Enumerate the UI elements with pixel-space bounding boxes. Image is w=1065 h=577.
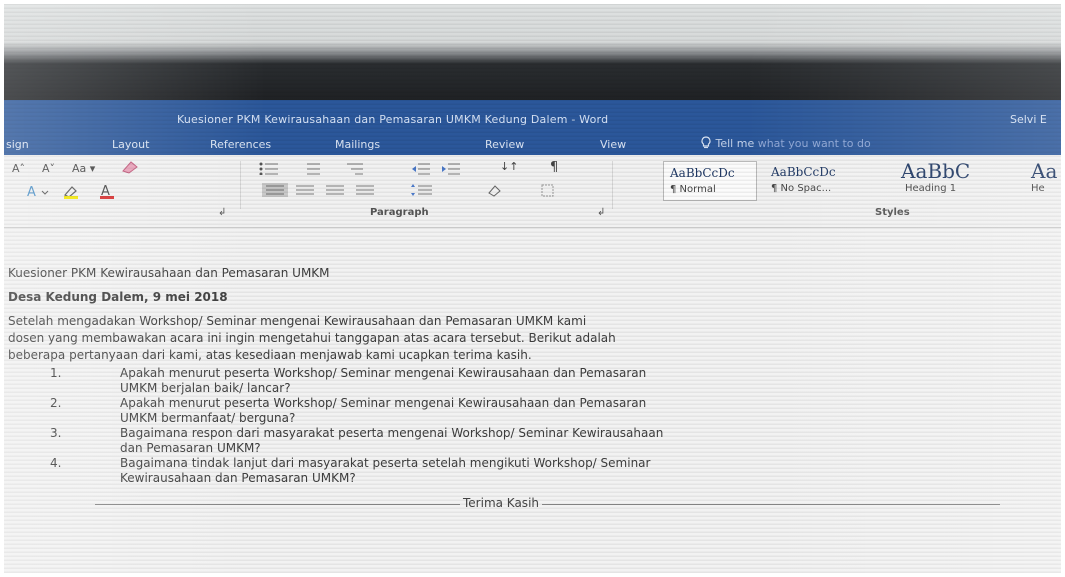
question-number: 4.	[50, 456, 62, 470]
question-text: Bagaimana tindak lanjut dari masyarakat …	[120, 456, 651, 470]
closing-divider	[95, 504, 1000, 505]
question-text: Kewirausahaan dan Pemasaran UMKM?	[120, 471, 356, 485]
svg-text:A: A	[27, 185, 36, 199]
lightbulb-icon	[701, 136, 711, 149]
sort-button[interactable]: ↓↑	[500, 160, 518, 173]
numbering-icon[interactable]	[300, 161, 334, 175]
document-title: Kuesioner PKM Kewirausahaan dan Pemasara…	[8, 266, 330, 280]
borders-icon[interactable]	[540, 183, 570, 197]
closing-text: Terima Kasih	[460, 496, 543, 510]
ribbon-separator	[240, 161, 241, 209]
question-text: Apakah menurut peserta Workshop/ Seminar…	[120, 396, 647, 410]
clear-formatting-icon[interactable]	[120, 159, 142, 175]
tell-me-label: Tell me	[715, 137, 755, 150]
change-case-button[interactable]: Aa ▾	[72, 162, 95, 175]
tab-layout[interactable]: Layout	[112, 138, 149, 151]
style-name: ¶ No Spac...	[771, 183, 832, 194]
question-text: Bagaimana respon dari masyarakat peserta…	[120, 426, 664, 440]
window-title: Kuesioner PKM Kewirausahaan dan Pemasara…	[177, 113, 609, 126]
ribbon-separator	[612, 161, 613, 209]
user-name[interactable]: Selvi E	[1010, 113, 1047, 126]
intro-line: Setelah mengadakan Workshop/ Seminar men…	[8, 314, 587, 328]
highlight-color-icon[interactable]	[62, 183, 90, 199]
intro-line: beberapa pertanyaan dari kami, atas kese…	[8, 348, 532, 362]
increase-indent-icon[interactable]	[440, 161, 462, 175]
alignment-buttons-icon[interactable]	[262, 183, 392, 197]
question-number: 2.	[50, 396, 62, 410]
intro-line: dosen yang membawakan acara ini ingin me…	[8, 331, 616, 345]
font-dialog-launcher[interactable]: ↲	[218, 207, 226, 218]
tab-design[interactable]: sign	[6, 138, 29, 151]
shrink-font-button[interactable]: A˅	[42, 162, 55, 175]
question-text: Apakah menurut peserta Workshop/ Seminar…	[120, 366, 647, 380]
question-number: 3.	[50, 426, 62, 440]
style-heading-1[interactable]: AaBbC Heading 1	[895, 159, 987, 199]
document-page[interactable]: Kuesioner PKM Kewirausahaan dan Pemasara…	[0, 228, 1065, 577]
question-text: UMKM bermanfaat/ berguna?	[120, 411, 296, 425]
style-sample: Aa	[1031, 159, 1058, 183]
style-normal[interactable]: AaBbCcDc ¶ Normal	[663, 161, 757, 201]
shading-icon[interactable]	[485, 183, 515, 197]
grow-font-button[interactable]: A˄	[12, 162, 25, 175]
show-formatting-button[interactable]: ¶	[550, 160, 558, 175]
ribbon-tabs: sign Layout References Mailings Review V…	[0, 133, 1065, 155]
font-color-icon[interactable]: A	[98, 183, 126, 199]
style-name: He	[1031, 183, 1045, 194]
tab-mailings[interactable]: Mailings	[335, 138, 380, 151]
ribbon-toolbar: A˄ A˅ Aa ▾ A A ↓↑ ¶ ↲ Paragraph ↲ AaBbCc…	[0, 155, 1065, 228]
decrease-indent-icon[interactable]	[410, 161, 432, 175]
tab-view[interactable]: View	[600, 138, 626, 151]
tab-references[interactable]: References	[210, 138, 271, 151]
title-bar: Kuesioner PKM Kewirausahaan dan Pemasara…	[0, 100, 1065, 133]
tab-review[interactable]: Review	[485, 138, 524, 151]
text-effects-icon[interactable]: A	[25, 183, 51, 199]
bullets-icon[interactable]	[258, 161, 292, 175]
paragraph-dialog-launcher[interactable]: ↲	[597, 207, 605, 218]
style-name: Heading 1	[905, 183, 957, 194]
question-text: UMKM berjalan baik/ lancar?	[120, 381, 291, 395]
question-text: dan Pemasaran UMKM?	[120, 441, 261, 455]
tell-me-search[interactable]: Tell me what you want to do	[700, 136, 871, 150]
multilevel-list-icon[interactable]	[345, 161, 379, 175]
question-number: 1.	[50, 366, 62, 380]
document-date: Desa Kedung Dalem, 9 mei 2018	[8, 290, 228, 304]
style-sample: AaBbCcDc	[670, 166, 735, 180]
tell-me-placeholder: what you want to do	[757, 137, 871, 150]
monitor-bezel	[0, 0, 1065, 110]
style-sample: AaBbC	[901, 159, 971, 183]
paragraph-group-label: Paragraph	[370, 207, 429, 218]
style-sample: AaBbCcDc	[771, 165, 836, 179]
styles-group-label: Styles	[875, 207, 910, 218]
style-heading-2[interactable]: Aa He	[1025, 159, 1065, 199]
style-name: ¶ Normal	[670, 184, 716, 195]
line-spacing-icon[interactable]	[410, 183, 440, 197]
style-no-spacing[interactable]: AaBbCcDc ¶ No Spac...	[765, 161, 857, 199]
